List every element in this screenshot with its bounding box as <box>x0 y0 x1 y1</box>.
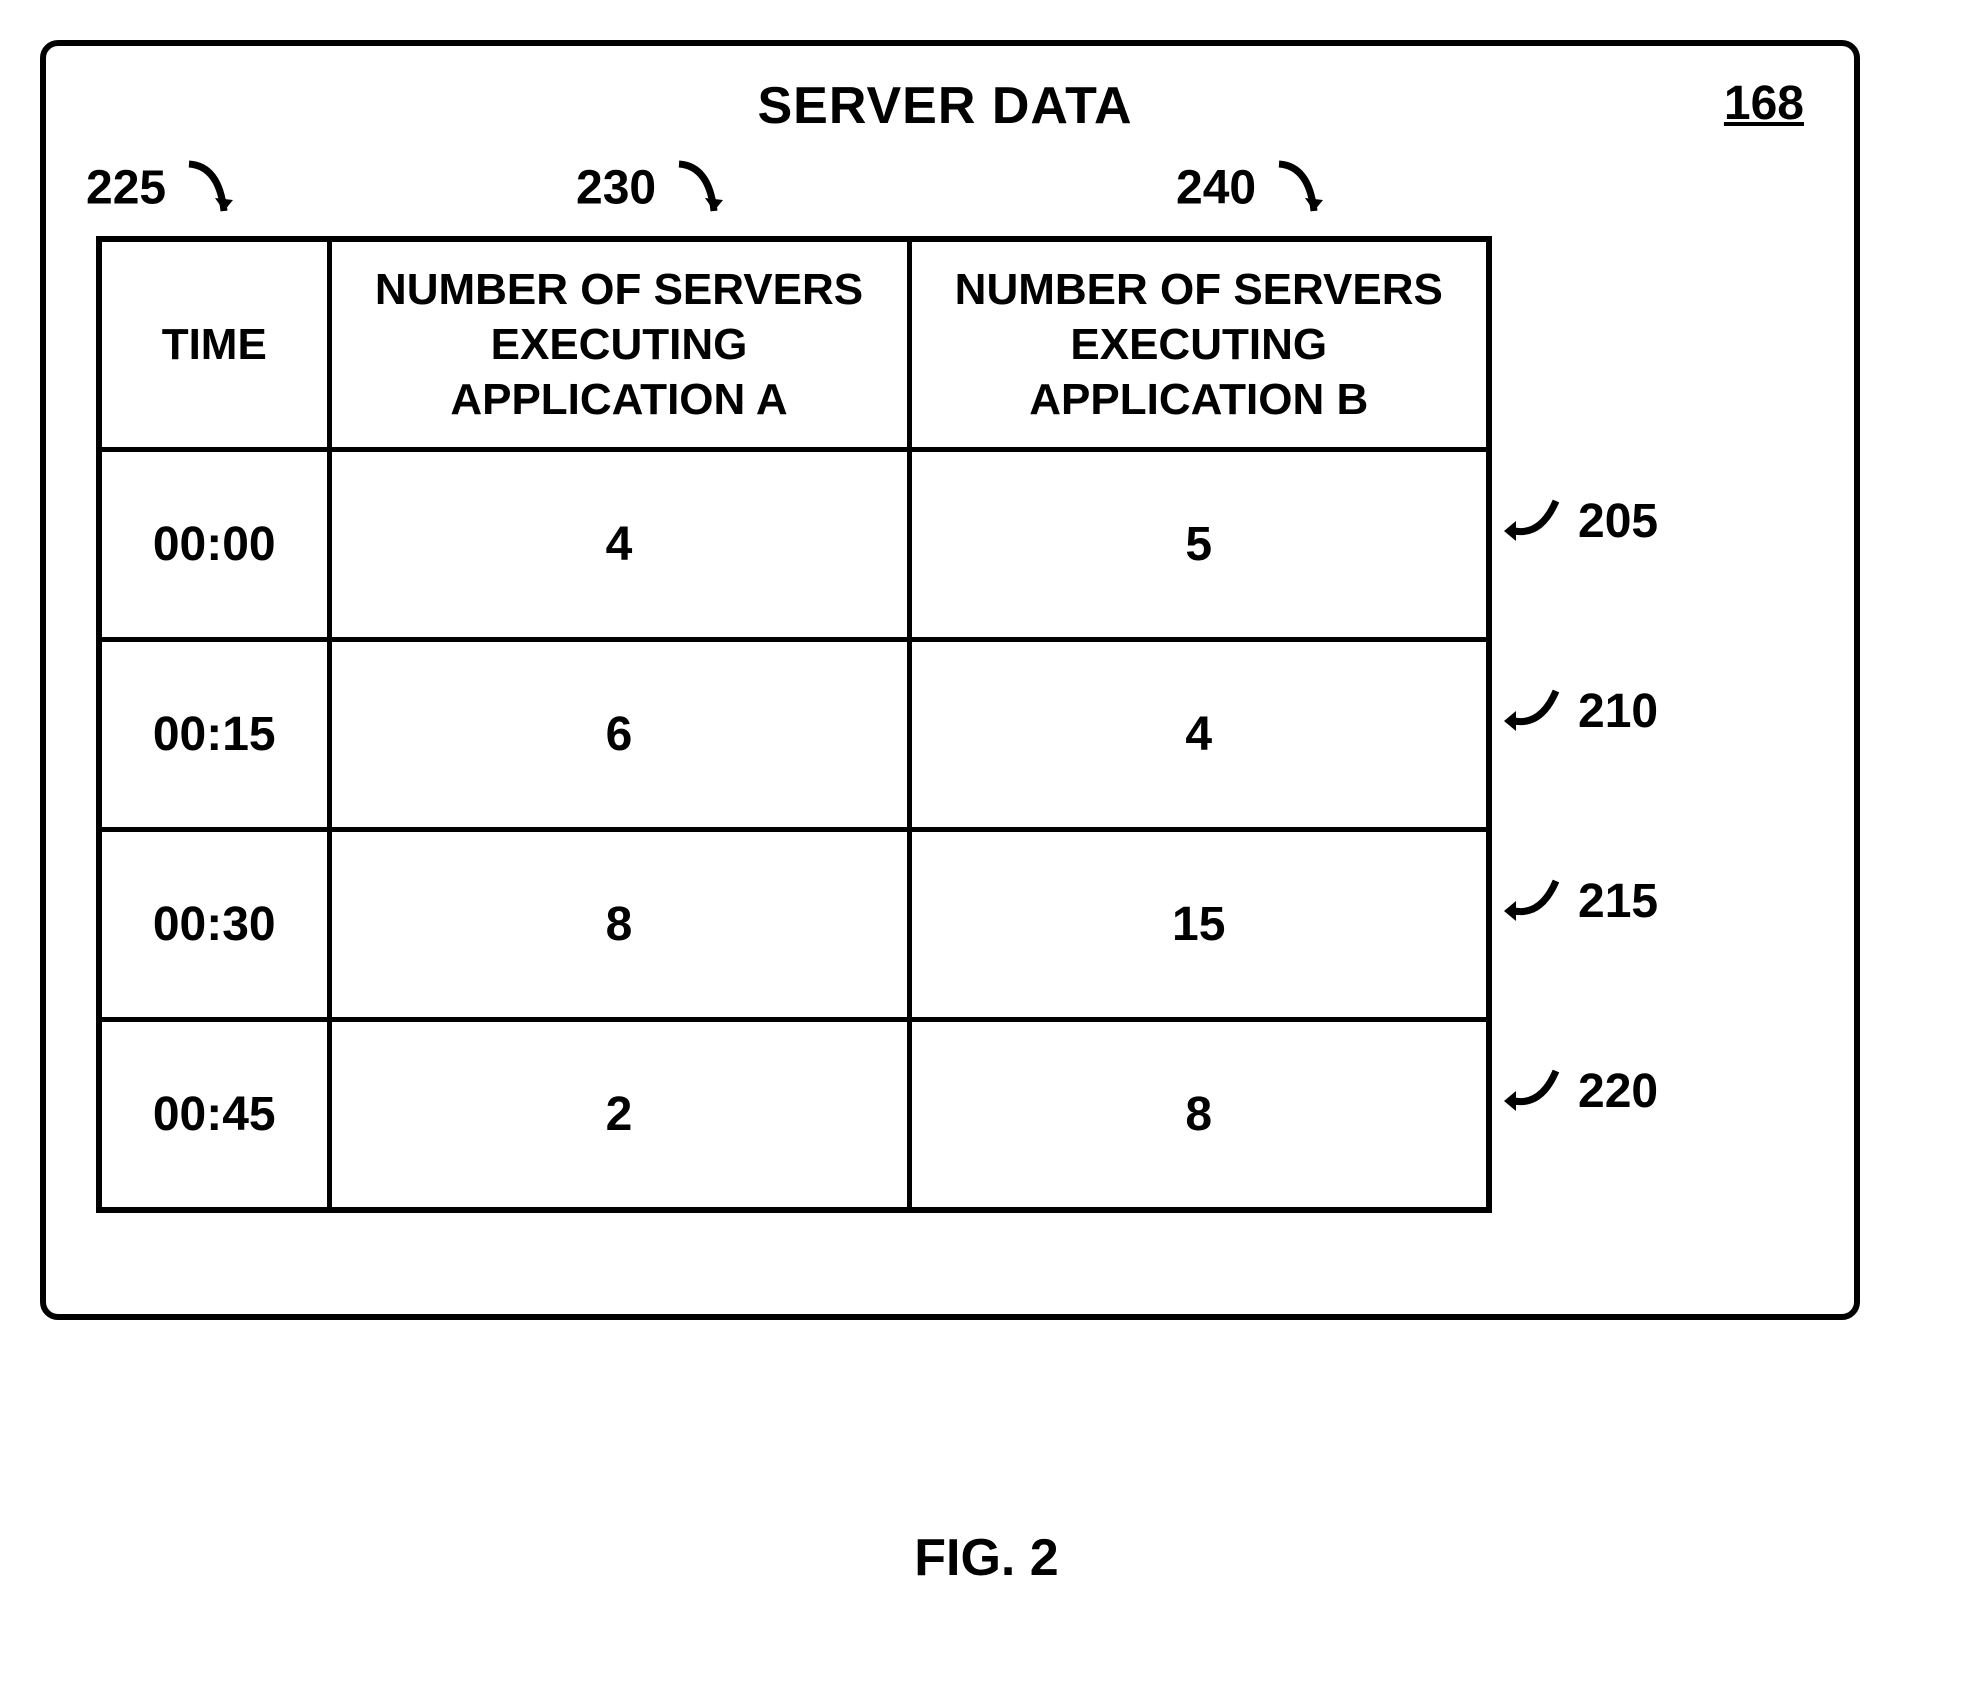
ref-225: 225 <box>86 156 239 226</box>
table-row: 00:15 6 4 <box>99 640 1489 830</box>
ref-230: 230 <box>576 156 729 226</box>
cell-time: 00:30 <box>99 830 329 1020</box>
cell-app-a: 4 <box>329 450 909 640</box>
ref-arrow-icon <box>1496 486 1576 556</box>
cell-time: 00:45 <box>99 1020 329 1210</box>
figure-label: FIG. 2 <box>0 1528 1973 1588</box>
ref-arrow-icon <box>1496 676 1576 746</box>
table-row: 00:45 2 8 <box>99 1020 1489 1210</box>
ref-arrow-icon <box>1269 156 1329 226</box>
cell-app-a: 8 <box>329 830 909 1020</box>
cell-app-b: 4 <box>909 640 1489 830</box>
ref-arrow-icon <box>179 156 239 226</box>
ref-arrow-icon <box>1496 1056 1576 1126</box>
ref-220-text: 220 <box>1578 1064 1658 1119</box>
ref-arrow-icon <box>669 156 729 226</box>
table-header-row: TIME NUMBER OF SERVERS EXECUTING APPLICA… <box>99 239 1489 450</box>
table-row: 00:00 4 5 <box>99 450 1489 640</box>
table-row: 00:30 8 15 <box>99 830 1489 1020</box>
ref-215-text: 215 <box>1578 874 1658 929</box>
cell-time: 00:15 <box>99 640 329 830</box>
figure-id-label: 168 <box>1724 76 1804 131</box>
header-app-a: NUMBER OF SERVERS EXECUTING APPLICATION … <box>329 239 909 450</box>
ref-225-text: 225 <box>86 162 166 215</box>
ref-240: 240 <box>1176 156 1329 226</box>
cell-app-b: 8 <box>909 1020 1489 1210</box>
ref-arrow-icon <box>1496 866 1576 936</box>
ref-205: 205 <box>1496 486 1658 556</box>
table-container: TIME NUMBER OF SERVERS EXECUTING APPLICA… <box>96 236 1794 1213</box>
cell-app-b: 5 <box>909 450 1489 640</box>
server-data-table: TIME NUMBER OF SERVERS EXECUTING APPLICA… <box>96 236 1492 1213</box>
ref-220: 220 <box>1496 1056 1658 1126</box>
cell-app-a: 2 <box>329 1020 909 1210</box>
server-data-panel: 168 SERVER DATA 225 230 240 <box>40 40 1860 1320</box>
cell-app-a: 6 <box>329 640 909 830</box>
ref-215: 215 <box>1496 866 1658 936</box>
panel-title: SERVER DATA <box>96 76 1794 136</box>
cell-app-b: 15 <box>909 830 1489 1020</box>
ref-230-text: 230 <box>576 162 656 215</box>
ref-205-text: 205 <box>1578 494 1658 549</box>
column-reference-labels: 225 230 240 <box>96 146 1794 236</box>
ref-210: 210 <box>1496 676 1658 746</box>
header-app-b: NUMBER OF SERVERS EXECUTING APPLICATION … <box>909 239 1489 450</box>
ref-210-text: 210 <box>1578 684 1658 739</box>
cell-time: 00:00 <box>99 450 329 640</box>
header-time: TIME <box>99 239 329 450</box>
ref-240-text: 240 <box>1176 162 1256 215</box>
